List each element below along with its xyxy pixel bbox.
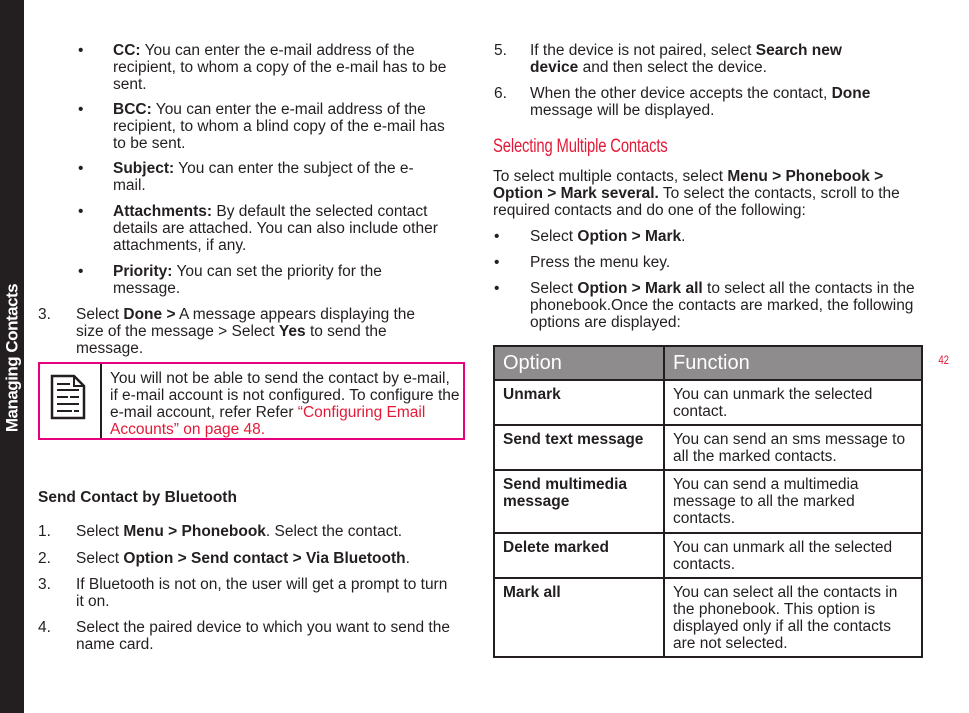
option-cell: Unmark (493, 379, 665, 426)
option-cell: Delete marked (493, 532, 665, 579)
list-item: Priority: You can set the priority for t… (113, 263, 413, 297)
option-cell: Send text message (493, 424, 665, 471)
list-item: Subject: You can enter the subject of th… (113, 160, 425, 194)
table-row: Unmark You can unmark the selected contac… (493, 379, 923, 426)
text: Option > Send contact > Via Bluetooth (123, 550, 406, 567)
note-document-icon (50, 374, 86, 424)
step-number: 1. (38, 523, 51, 540)
step-text: Select the paired device to which you wa… (76, 619, 450, 653)
step-number: 4. (38, 619, 51, 636)
step-text: If Bluetooth is not on, the user will ge… (76, 576, 448, 610)
text: Done > (123, 306, 176, 323)
note-box: You will not be able to send the contact… (38, 362, 465, 440)
step-number: 3. (38, 306, 51, 323)
item-label: Subject: (113, 160, 175, 177)
divider (100, 364, 102, 438)
item-label: Attachments: (113, 203, 213, 220)
bullet-icon: • (494, 254, 500, 271)
step-text: When the other device accepts the contac… (530, 85, 915, 119)
text: Option > Mark (577, 228, 682, 245)
table-header-row: Option Function (493, 345, 923, 381)
sidebar-tab: Managing Contacts (0, 0, 24, 713)
table-row: Mark all You can select all the contacts … (493, 577, 923, 658)
text: message will be displayed. (530, 102, 715, 119)
table-row: Send text message You can send an sms mes… (493, 424, 923, 471)
step-text: Select Menu > Phonebook. Select the cont… (76, 523, 446, 540)
text: When the other device accepts the contac… (530, 85, 832, 102)
text: Select (76, 523, 124, 540)
list-item: Press the menu key. (530, 254, 671, 271)
list-item: Attachments: By default the selected con… (113, 203, 469, 254)
text: . (405, 550, 410, 567)
option-cell: Send multimedia message (493, 469, 665, 534)
page-number: 42 (938, 353, 950, 367)
text: Option > Mark all (577, 280, 703, 297)
step-text: If the device is not paired, select Sear… (530, 42, 880, 76)
list-item: CC: You can enter the e-mail address of … (113, 42, 458, 93)
step-number: 3. (38, 576, 51, 593)
step-text: Select Done > A message appears displayi… (76, 306, 446, 357)
section-heading: Send Contact by Bluetooth (38, 489, 237, 506)
bullet-icon: • (78, 42, 84, 59)
text: Select (530, 228, 578, 245)
item-label: CC: (113, 42, 141, 59)
text: To select multiple contacts, select (493, 168, 728, 185)
table-row: Send multimedia message You can send a mu… (493, 469, 923, 534)
section-label: Managing Contacts (2, 283, 22, 433)
step-number: 5. (494, 42, 507, 59)
item-text: You can enter the e-mail address of the … (113, 101, 445, 152)
text: Yes (278, 323, 306, 340)
text: Menu > Phonebook (123, 523, 266, 540)
text: Select (76, 306, 124, 323)
bullet-icon: • (78, 160, 84, 177)
text: . Select the contact. (265, 523, 403, 540)
options-table: Option Function Unmark You can unmark the… (493, 345, 923, 658)
step-text: Select Option > Send contact > Via Bluet… (76, 550, 456, 567)
option-cell: Mark all (493, 577, 665, 658)
function-cell: You can send an sms message to all the m… (663, 424, 923, 471)
bullet-icon: • (78, 101, 84, 118)
bullet-icon: • (78, 263, 84, 280)
table-row: Delete marked You can unmark all the sele… (493, 532, 923, 579)
item-label: BCC: (113, 101, 152, 118)
step-number: 6. (494, 85, 507, 102)
list-item: Select Option > Mark. (530, 228, 925, 245)
item-text: You can enter the e-mail address of the … (113, 42, 447, 93)
text: . (681, 228, 686, 245)
step-number: 2. (38, 550, 51, 567)
text: and then select the device. (578, 59, 767, 76)
intro-paragraph: To select multiple contacts, select Menu… (493, 168, 925, 219)
section-heading: Selecting Multiple Contacts (493, 136, 668, 157)
column-header: Function (663, 345, 923, 381)
text: If the device is not paired, select (530, 42, 756, 59)
text: Select (530, 280, 578, 297)
note-text: You will not be able to send the contact… (110, 370, 460, 438)
function-cell: You can unmark all the selected contacts… (663, 532, 923, 579)
text: Select (76, 550, 124, 567)
item-label: Priority: (113, 263, 173, 280)
function-cell: You can select all the contacts in the p… (663, 577, 923, 658)
bullet-icon: • (494, 280, 500, 297)
list-item: Select Option > Mark all to select all t… (530, 280, 925, 331)
text: Done (831, 85, 871, 102)
bullet-icon: • (494, 228, 500, 245)
list-item: BCC: You can enter the e-mail address of… (113, 101, 458, 152)
bullet-icon: • (78, 203, 84, 220)
function-cell: You can unmark the selected contact. (663, 379, 923, 426)
function-cell: You can send a multimedia message to all… (663, 469, 923, 534)
column-header: Option (493, 345, 665, 381)
